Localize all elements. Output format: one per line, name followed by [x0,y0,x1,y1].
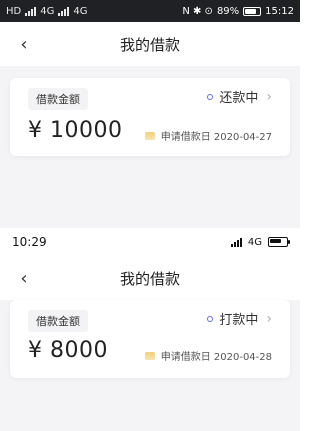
signal-icon [230,237,242,247]
signal-label-2: 4G [73,5,88,17]
loan-amount: ¥ 10000 [28,118,123,143]
top-screen: HD 4G 4G N ✱ ⊙ 89% 15:12 ‹ 我的借款 借款金额 还款中… [0,0,300,200]
loan-amount: ¥ 8000 [28,338,108,363]
loan-card[interactable]: 借款金额 还款中 › ¥ 10000 申请借款日 2020-04-27 [10,78,290,156]
status-right: N ✱ ⊙ 89% 15:12 [182,6,294,17]
status-time: 10:29 [12,235,47,249]
page-title: 我的借款 [119,269,180,288]
loan-card[interactable]: 借款金额 打款中 › ¥ 8000 申请借款日 2020-04-28 [10,300,290,378]
android-status-bar: HD 4G 4G N ✱ ⊙ 89% 15:12 [0,0,300,22]
status-label: 还款中 [219,91,259,106]
status-dot-icon [207,315,214,322]
loan-amount-tag: 借款金额 [28,310,88,332]
page-title: 我的借款 [119,35,180,54]
signal-icon [25,6,37,16]
battery-percent: 89% [216,5,240,17]
chevron-right-icon: › [266,310,272,327]
status-right: 4G [230,236,290,248]
loan-status[interactable]: 还款中 › [207,87,272,106]
apply-date-label: 申请借款日 2020-04-28 [160,352,272,363]
bottom-navbar: ‹ 我的借款 [0,256,300,300]
chevron-right-icon: › [266,88,272,105]
bottom-screen: 10:29 4G ‹ 我的借款 借款金额 打款中 › ¥ 8000 申请借款日 … [0,200,300,431]
battery-icon [268,237,290,247]
chevron-left-icon: ‹ [20,267,28,289]
status-dot-icon [207,93,214,100]
calendar-icon [144,351,155,360]
signal-label: 4G [40,5,55,17]
top-navbar: ‹ 我的借款 [0,22,300,66]
apply-date-label: 申请借款日 2020-04-27 [160,132,272,143]
status-icons: N ✱ ⊙ [182,5,213,17]
network-label: 4G [247,236,262,248]
status-time: 15:12 [265,5,294,17]
status-left: HD 4G 4G [6,6,87,17]
ios-status-bar: 10:29 4G [0,228,300,256]
signal-icon-2 [58,6,70,16]
chevron-left-icon: ‹ [20,33,28,55]
apply-date: 申请借款日 2020-04-28 [144,348,272,363]
back-button[interactable]: ‹ [12,32,36,56]
apply-date: 申请借款日 2020-04-27 [144,128,272,143]
back-button[interactable]: ‹ [12,266,36,290]
loan-amount-tag: 借款金额 [28,88,88,110]
calendar-icon [144,131,155,140]
battery-icon [243,6,262,16]
loan-status[interactable]: 打款中 › [207,309,272,328]
status-label: 打款中 [219,313,259,328]
hd-indicator: HD [6,5,22,17]
